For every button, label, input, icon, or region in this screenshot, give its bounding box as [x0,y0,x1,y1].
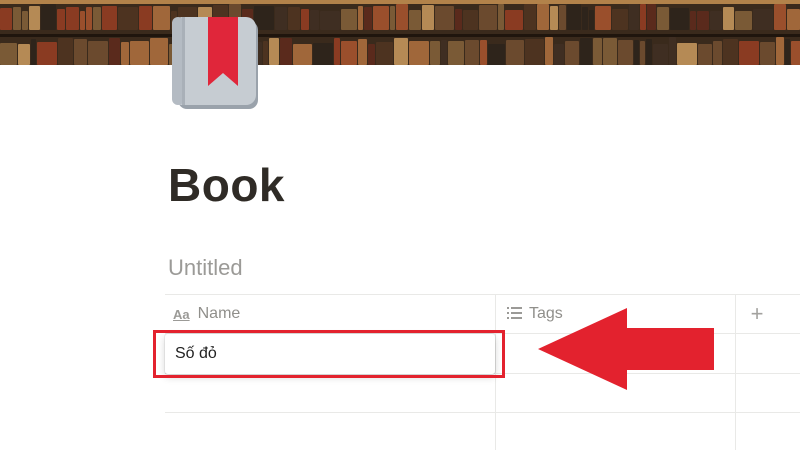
multi-select-list-icon [507,306,522,322]
red-arrow-annotation [538,308,714,390]
table-row-border [165,412,800,413]
add-column-button[interactable]: + [737,295,777,333]
highlight-annotation-box [153,330,505,378]
column-header-name[interactable]: Aa Name [173,295,491,333]
column-divider [735,295,736,450]
column-header-label: Name [197,305,241,322]
text-property-icon: Aa [173,306,190,322]
